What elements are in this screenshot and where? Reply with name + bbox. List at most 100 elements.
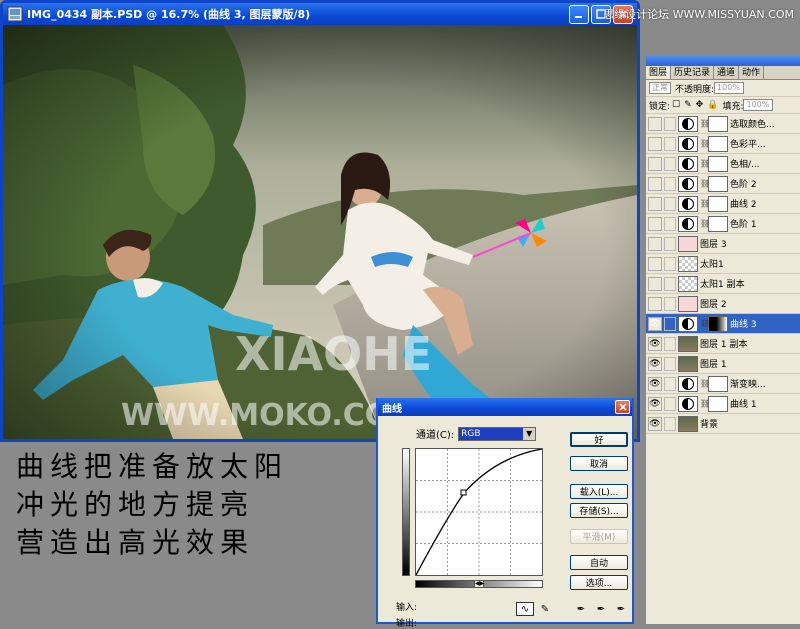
save-button[interactable]: 存储(S)... — [570, 503, 628, 518]
layer-link-box[interactable] — [664, 156, 676, 171]
layer-row[interactable]: ⛓ 色相/... — [646, 154, 800, 174]
curve-graph[interactable] — [415, 448, 543, 576]
layer-row[interactable]: 👁 ⛓ 渐变映... — [646, 374, 800, 394]
layer-link-box[interactable] — [664, 236, 676, 251]
options-button[interactable]: 选项... — [570, 575, 628, 590]
layer-mask-thumbnail[interactable] — [708, 215, 728, 232]
visibility-eye-icon[interactable] — [648, 216, 662, 231]
mask-link-icon[interactable]: ⛓ — [700, 399, 710, 408]
layer-mask-thumbnail[interactable] — [708, 195, 728, 212]
pencil-tool-icon[interactable]: ✎ — [536, 602, 554, 616]
mask-link-icon[interactable]: ⛓ — [700, 119, 710, 128]
curve-tool-icon[interactable]: ∿ — [516, 602, 534, 616]
mask-link-icon[interactable]: ⛓ — [700, 179, 710, 188]
layer-link-box[interactable] — [664, 196, 676, 211]
lock-move-icon[interactable]: ✥ — [696, 100, 704, 110]
visibility-eye-icon[interactable]: 👁 — [648, 356, 662, 371]
mask-link-icon[interactable]: ⛓ — [700, 319, 710, 328]
curves-close-button[interactable] — [615, 400, 630, 414]
layer-link-box[interactable] — [664, 216, 676, 231]
gray-eyedropper-icon[interactable]: ✒ — [592, 602, 610, 616]
mask-link-icon[interactable]: ⛓ — [700, 219, 710, 228]
document-titlebar[interactable]: IMG_0434 副本.PSD @ 16.7% (曲线 3, 图层蒙版/8) — [3, 3, 637, 25]
layer-row[interactable]: 👁 图层 1 副本 — [646, 334, 800, 354]
layer-row[interactable]: 👁 ⛓ 曲线 3 — [646, 314, 800, 334]
black-eyedropper-icon[interactable]: ✒ — [572, 602, 590, 616]
tab-actions[interactable]: 动作 — [739, 66, 765, 79]
mask-link-icon[interactable]: ⛓ — [700, 379, 710, 388]
ok-button[interactable]: 好 — [570, 432, 628, 447]
tab-channels[interactable]: 通道 — [714, 66, 740, 79]
blend-mode-select[interactable]: 正常 — [649, 82, 671, 94]
visibility-eye-icon[interactable]: 👁 — [648, 376, 662, 391]
canvas-photo[interactable]: XIAOHE WWW.MOKO.CC/XUNUO — [3, 25, 637, 439]
visibility-eye-icon[interactable] — [648, 156, 662, 171]
layer-row[interactable]: 图层 2 — [646, 294, 800, 314]
smooth-button[interactable]: 平滑(M) — [570, 529, 628, 544]
layer-mask-thumbnail[interactable] — [708, 395, 728, 412]
layer-mask-thumbnail[interactable] — [708, 175, 728, 192]
visibility-eye-icon[interactable]: 👁 — [648, 336, 662, 351]
layer-mask-thumbnail[interactable] — [708, 115, 728, 132]
layer-row[interactable]: ⛓ 色彩平... — [646, 134, 800, 154]
channel-select[interactable]: RGB ▼ — [458, 426, 537, 441]
visibility-eye-icon[interactable] — [648, 276, 662, 291]
layer-row[interactable]: ⛓ 曲线 2 — [646, 194, 800, 214]
panel-drag-bar[interactable] — [646, 56, 800, 66]
lock-all-icon[interactable]: 🔒 — [707, 100, 718, 110]
lock-brush-icon[interactable]: ✎ — [684, 100, 692, 110]
mask-link-icon[interactable]: ⛓ — [700, 199, 710, 208]
layer-link-box[interactable] — [664, 296, 676, 311]
layer-link-box[interactable] — [664, 176, 676, 191]
tab-layers[interactable]: 图层 — [646, 66, 672, 79]
layer-row[interactable]: 👁 ⛓ 曲线 1 — [646, 394, 800, 414]
layer-mask-thumbnail[interactable] — [708, 315, 728, 332]
layer-link-box[interactable] — [664, 136, 676, 151]
channel-row: 通道(C): RGB ▼ — [416, 426, 537, 441]
lock-transparency-icon[interactable]: ☐ — [672, 100, 680, 110]
curves-titlebar[interactable]: 曲线 — [378, 398, 632, 416]
layer-link-box[interactable] — [664, 396, 676, 411]
visibility-eye-icon[interactable] — [648, 176, 662, 191]
auto-button[interactable]: 自动 — [570, 555, 628, 570]
layer-row[interactable]: ⛓ 色阶 2 — [646, 174, 800, 194]
layer-row[interactable]: 👁 背景 — [646, 414, 800, 434]
load-button[interactable]: 载入(L)... — [570, 484, 628, 499]
layer-mask-thumbnail[interactable] — [708, 155, 728, 172]
layer-row[interactable]: 👁 图层 1 — [646, 354, 800, 374]
gradient-toggle-icon[interactable]: ◀▶ — [474, 580, 484, 588]
layer-link-box[interactable] — [664, 416, 676, 431]
layer-row[interactable]: 太阳1 — [646, 254, 800, 274]
curve-control-point[interactable] — [460, 489, 467, 496]
layer-row[interactable]: 图层 3 — [646, 234, 800, 254]
layer-link-box[interactable] — [664, 276, 676, 291]
layer-link-box[interactable] — [664, 316, 676, 331]
fill-field[interactable]: 100% — [743, 99, 774, 111]
layer-row[interactable]: ⛓ 色阶 1 — [646, 214, 800, 234]
mask-link-icon[interactable]: ⛓ — [700, 159, 710, 168]
opacity-field[interactable]: 100% — [714, 82, 745, 94]
layer-mask-thumbnail[interactable] — [708, 135, 728, 152]
visibility-eye-icon[interactable] — [648, 296, 662, 311]
layer-link-box[interactable] — [664, 336, 676, 351]
layer-link-box[interactable] — [664, 356, 676, 371]
layer-mask-thumbnail[interactable] — [708, 375, 728, 392]
layer-link-box[interactable] — [664, 256, 676, 271]
visibility-eye-icon[interactable]: 👁 — [648, 416, 662, 431]
visibility-eye-icon[interactable] — [648, 116, 662, 131]
layer-row[interactable]: ⛓ 选取颜色... — [646, 114, 800, 134]
cancel-button[interactable]: 取消 — [570, 456, 628, 471]
visibility-eye-icon[interactable]: 👁 — [648, 396, 662, 411]
layer-link-box[interactable] — [664, 376, 676, 391]
visibility-eye-icon[interactable] — [648, 236, 662, 251]
visibility-eye-icon[interactable] — [648, 196, 662, 211]
visibility-eye-icon[interactable] — [648, 256, 662, 271]
mask-link-icon[interactable]: ⛓ — [700, 139, 710, 148]
minimize-button[interactable] — [569, 4, 589, 24]
layer-link-box[interactable] — [664, 116, 676, 131]
visibility-eye-icon[interactable] — [648, 136, 662, 151]
visibility-eye-icon[interactable]: 👁 — [648, 316, 662, 331]
white-eyedropper-icon[interactable]: ✒ — [612, 602, 630, 616]
layer-row[interactable]: 太阳1 副本 — [646, 274, 800, 294]
tab-history[interactable]: 历史记录 — [671, 66, 715, 79]
